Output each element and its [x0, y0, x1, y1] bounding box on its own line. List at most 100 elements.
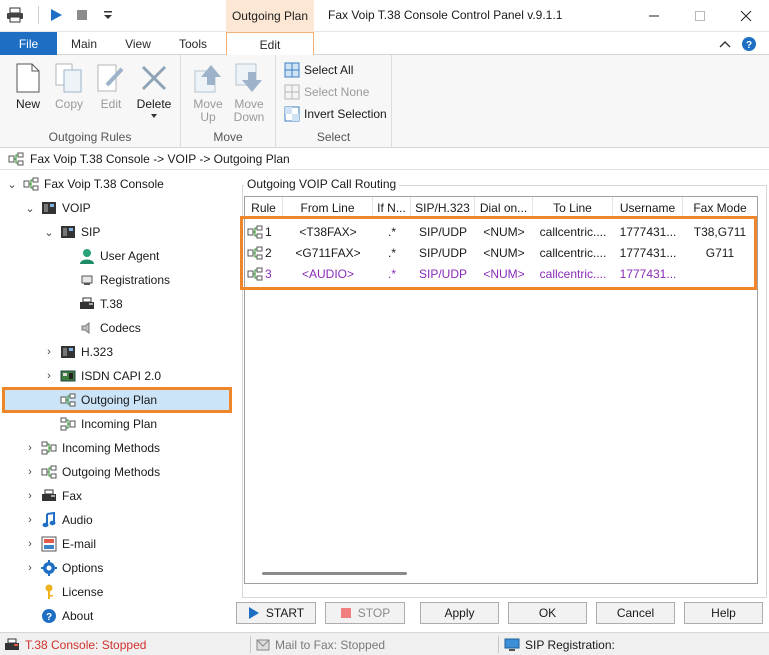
tree-label-fax: Fax — [62, 489, 83, 503]
tab-edit[interactable]: Edit — [226, 32, 314, 56]
routing-icon — [60, 416, 76, 432]
select-none-icon — [284, 84, 300, 100]
chevron-right-icon[interactable]: › — [24, 442, 36, 454]
tree-node-outgoing-plan[interactable]: Outgoing Plan — [60, 389, 157, 411]
move-up-button[interactable]: Move Up — [188, 61, 228, 127]
move-down-label-line1: Move — [234, 97, 264, 111]
tree-node-incoming-methods[interactable]: › Incoming Methods — [24, 437, 160, 459]
console-status-text: T.38 Console: Stopped — [25, 637, 147, 652]
help-icon: ? — [41, 608, 57, 624]
tab-view[interactable]: View — [116, 32, 160, 55]
tree-label-t38: T.38 — [100, 297, 123, 311]
start-button[interactable]: START — [236, 602, 316, 624]
delete-dropdown-icon[interactable] — [150, 113, 158, 119]
breadcrumb-text: Fax Voip T.38 Console -> VOIP -> Outgoin… — [30, 151, 290, 166]
tree-node-incoming-plan[interactable]: Incoming Plan — [60, 413, 157, 435]
customize-qat-icon[interactable] — [99, 6, 117, 24]
move-down-label: Move Down — [234, 98, 265, 124]
cancel-button[interactable]: Cancel — [596, 602, 675, 624]
close-icon — [740, 10, 752, 22]
copy-label: Copy — [54, 97, 83, 111]
move-down-label-line2: Down — [233, 110, 265, 124]
tab-tools[interactable]: Tools — [170, 32, 216, 55]
move-down-button[interactable]: Move Down — [229, 61, 269, 127]
tree-node-audio[interactable]: › Audio — [24, 509, 93, 531]
play-icon[interactable] — [47, 6, 65, 24]
fax-machine-icon — [41, 488, 57, 504]
tree-node-outgoing-methods[interactable]: › Outgoing Methods — [24, 461, 160, 483]
tree-node-email[interactable]: › E-mail — [24, 533, 96, 555]
delete-button[interactable]: Delete — [134, 61, 174, 127]
tree-label-outgoing-methods: Outgoing Methods — [62, 465, 161, 479]
rows-highlight — [240, 216, 757, 290]
tree-label-root: Fax Voip T.38 Console — [44, 177, 164, 191]
chevron-right-icon[interactable]: › — [24, 562, 36, 574]
tree-node-license[interactable]: License — [41, 581, 103, 603]
tab-file[interactable]: File — [0, 32, 57, 55]
tree-label-email: E-mail — [62, 537, 97, 551]
select-none-button[interactable]: Select None — [284, 82, 369, 102]
routing-icon — [23, 176, 39, 192]
start-label: START — [265, 606, 305, 620]
invert-selection-button[interactable]: Invert Selection — [284, 104, 387, 124]
app-printer-icon[interactable] — [6, 6, 24, 24]
tree-label-incoming-plan: Incoming Plan — [81, 417, 158, 431]
copy-button[interactable]: Copy — [49, 61, 89, 127]
maximize-icon — [695, 11, 705, 21]
tab-main[interactable]: Main — [62, 32, 106, 55]
chevron-down-icon[interactable]: ⌄ — [24, 202, 36, 215]
select-all-button[interactable]: Select All — [284, 60, 353, 80]
tree-node-h323[interactable]: › H.323 — [43, 341, 113, 363]
breadcrumb: Fax Voip T.38 Console -> VOIP -> Outgoin… — [0, 148, 769, 170]
select-all-icon — [284, 62, 300, 78]
h323-phone-icon — [60, 344, 76, 360]
tree-node-root[interactable]: ⌄ Fax Voip T.38 Console — [6, 173, 164, 195]
edit-button[interactable]: Edit — [91, 61, 131, 127]
tree-node-fax[interactable]: › Fax — [24, 485, 82, 507]
status-divider — [498, 636, 499, 653]
tree-node-codecs[interactable]: Codecs — [79, 317, 141, 339]
invert-selection-label: Invert Selection — [304, 107, 387, 121]
chevron-down-icon[interactable]: ⌄ — [6, 178, 18, 191]
chevron-right-icon[interactable]: › — [24, 514, 36, 526]
move-up-label: Move Up — [193, 98, 222, 124]
help-button[interactable]: Help — [684, 602, 763, 624]
ok-button[interactable]: OK — [508, 602, 587, 624]
tree-node-sip[interactable]: ⌄ SIP — [43, 221, 100, 243]
select-all-label: Select All — [304, 63, 354, 77]
tree-node-t38[interactable]: T.38 — [79, 293, 123, 315]
maximize-button[interactable] — [677, 0, 723, 32]
chevron-right-icon[interactable]: › — [24, 490, 36, 502]
apply-button[interactable]: Apply — [420, 602, 499, 624]
copy-icon — [53, 61, 85, 95]
routing-icon — [41, 440, 57, 456]
tree-node-about[interactable]: ? About — [41, 605, 93, 627]
horizontal-scrollbar[interactable] — [262, 572, 407, 575]
stop-icon[interactable] — [73, 6, 91, 24]
context-tab-header: Outgoing Plan — [226, 0, 314, 32]
group-label-select: Select — [316, 130, 351, 144]
chevron-right-icon[interactable]: › — [43, 370, 55, 382]
close-button[interactable] — [723, 0, 769, 32]
tree-node-registrations[interactable]: Registrations — [79, 269, 170, 291]
tree-node-isdn[interactable]: › ISDN CAPI 2.0 — [43, 365, 161, 387]
tree-node-user-agent[interactable]: User Agent — [79, 245, 159, 267]
minimize-button[interactable] — [631, 0, 677, 32]
routing-icon — [60, 392, 76, 408]
new-button[interactable]: New — [8, 61, 48, 127]
chevron-right-icon[interactable]: › — [43, 346, 55, 358]
music-note-icon — [41, 512, 57, 528]
mail-icon — [256, 639, 270, 650]
chevron-right-icon[interactable]: › — [24, 466, 36, 478]
tree-node-options[interactable]: › Options — [24, 557, 103, 579]
help-icon[interactable]: ? — [741, 36, 757, 52]
stop-button[interactable]: STOP — [325, 602, 405, 624]
collapse-ribbon-icon[interactable] — [719, 39, 731, 49]
tree-node-voip[interactable]: ⌄ VOIP — [24, 197, 90, 219]
chevron-down-icon[interactable]: ⌄ — [43, 226, 55, 239]
mail-status: Mail to Fax: Stopped — [256, 633, 385, 655]
qat-separator — [38, 6, 39, 24]
chevron-right-icon[interactable]: › — [24, 538, 36, 550]
new-label: New — [15, 97, 40, 111]
sip-status-text: SIP Registration: — [525, 637, 615, 652]
